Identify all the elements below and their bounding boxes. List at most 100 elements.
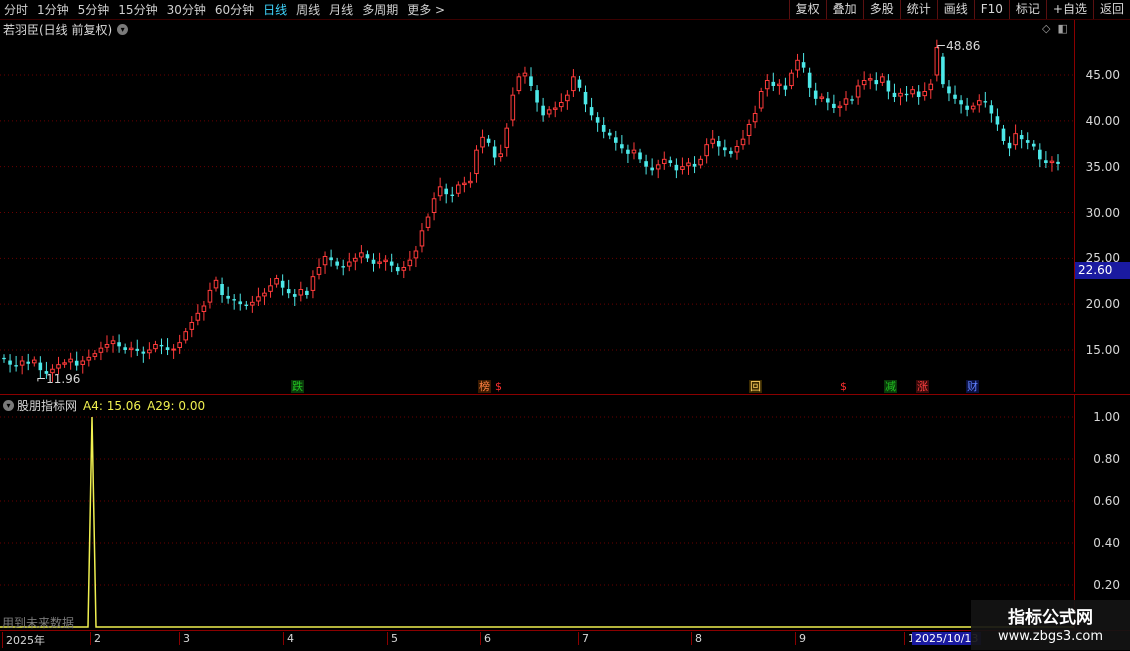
candle [425,213,431,232]
price-tick-label: 30.00 [1085,205,1120,220]
candle [510,87,516,127]
candle [244,300,249,310]
period-tab-10[interactable]: 更多 > [407,1,445,18]
candle [322,251,328,274]
toolbar-button-7[interactable]: +自选 [1045,0,1093,19]
date-tick-label: 4 [283,632,294,645]
period-tab-8[interactable]: 月线 [329,1,353,18]
indicator-chart[interactable] [0,395,1075,630]
period-tab-7[interactable]: 周线 [296,1,320,18]
period-tab-0[interactable]: 分时 [4,1,28,18]
price-tick-label: 40.00 [1085,113,1120,128]
candle [68,352,73,370]
candle [365,250,370,262]
event-marker[interactable]: $ [492,380,505,393]
date-tick-label: 7 [578,632,589,645]
candle [650,158,654,176]
event-marker[interactable]: 榜 [478,380,491,393]
future-data-note: 用到未来数据 [2,616,75,630]
candle [401,261,407,279]
candle [413,245,419,268]
candle [371,253,376,272]
candle [298,281,304,302]
candle [468,172,473,188]
candle [928,79,934,99]
period-tab-1[interactable]: 1分钟 [37,1,69,18]
candle [995,108,1000,131]
candle [492,140,497,166]
candle [329,249,333,267]
candle [2,354,6,363]
candle [201,300,207,321]
candle [638,148,642,163]
candle [274,274,279,288]
candle [135,339,140,356]
date-tick-label: 5 [387,632,398,645]
candle [740,130,746,150]
event-marker[interactable]: 涨 [916,380,929,393]
toolbar-button-0[interactable]: 复权 [788,0,826,19]
candlestick-chart[interactable] [0,20,1075,394]
candle [668,156,673,167]
candle [123,343,127,354]
candle [826,91,830,111]
candle [480,129,485,154]
period-tab-4[interactable]: 30分钟 [167,1,206,18]
toolbar-button-6[interactable]: 标记 [1008,0,1046,19]
indicator-tick-label: 0.80 [1093,452,1120,466]
candle [947,80,951,102]
toolbar-button-3[interactable]: 统计 [899,0,937,19]
current-price-badge: 22.60 [1075,262,1130,279]
candle [110,335,116,353]
candle [141,346,146,363]
price-tick-label: 45.00 [1085,68,1120,82]
candle [1001,124,1006,145]
candle [14,355,18,372]
period-tab-6[interactable]: 日线 [263,1,287,18]
event-marker[interactable]: 回 [749,380,762,393]
candle [213,276,219,292]
period-tab-2[interactable]: 5分钟 [78,1,110,18]
toolbar-button-4[interactable]: 画线 [936,0,974,19]
period-tab-9[interactable]: 多周期 [362,1,398,18]
toolbar-button-2[interactable]: 多股 [862,0,900,19]
toolbar-button-1[interactable]: 叠加 [825,0,863,19]
candle [450,186,455,203]
date-axis: 2025年234567891 2025/10/13 [0,630,1130,651]
date-tick-label: 8 [691,632,702,645]
candle [989,100,994,123]
candle [837,101,843,117]
toolbar-button-5[interactable]: F10 [973,0,1009,19]
event-marker[interactable]: $ [837,380,850,393]
candle [655,159,661,179]
candle [1025,132,1030,150]
candle [552,101,558,118]
candle [522,66,528,84]
candle [752,105,758,129]
candle [723,139,727,157]
candle [165,338,170,356]
period-tab-3[interactable]: 15分钟 [118,1,157,18]
candle [310,270,316,299]
candle [886,74,891,100]
indicator-tick-label: 0.40 [1093,536,1120,550]
candle [268,278,273,298]
candle [910,86,915,98]
candle [153,340,158,353]
candle [674,158,679,179]
candle [589,97,594,121]
candle [280,274,285,296]
event-marker[interactable]: 财 [966,380,979,393]
candle [698,155,703,169]
candle [764,74,770,97]
candle [31,356,37,367]
candle [607,129,612,140]
toolbar-button-8[interactable]: 返回 [1092,0,1130,19]
candle [631,142,637,160]
period-tab-5[interactable]: 60分钟 [215,1,254,18]
candle [953,85,957,104]
event-marker[interactable]: 跌 [291,380,304,393]
candle [1019,130,1024,149]
event-marker[interactable]: 减 [884,380,897,393]
candle [976,94,982,113]
